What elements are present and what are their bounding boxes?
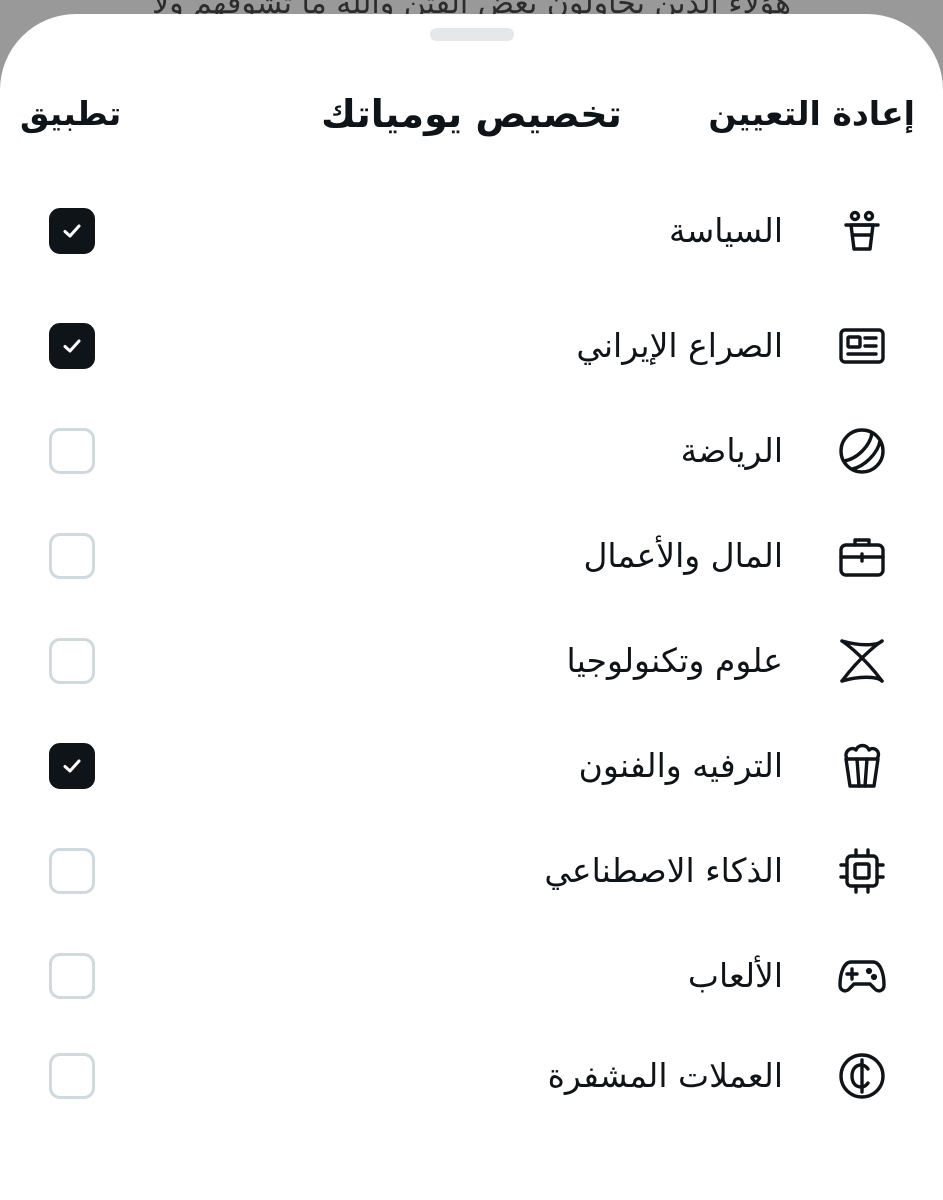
topic-row-ai[interactable]: الذكاء الاصطناعي [0, 826, 943, 916]
gamepad-icon [837, 951, 887, 1001]
popcorn-icon [837, 741, 887, 791]
topic-label: المال والأعمال [583, 536, 783, 575]
crypto-coin-icon [837, 1051, 887, 1101]
topic-checkbox[interactable] [49, 638, 95, 684]
topic-label: الألعاب [687, 956, 783, 995]
topic-label: الترفيه والفنون [578, 746, 783, 785]
topic-label: علوم وتكنولوجيا [566, 641, 783, 680]
topic-list: السياسة الصراع الإيراني الرياضة المال وا… [0, 14, 943, 1200]
topic-row-business[interactable]: المال والأعمال [0, 511, 943, 601]
topic-row-games[interactable]: الألعاب [0, 931, 943, 1021]
topic-checkbox[interactable] [49, 533, 95, 579]
topic-label: الذكاء الاصطناعي [544, 851, 783, 890]
topic-label: الرياضة [680, 431, 783, 470]
tennis-ball-icon [837, 426, 887, 476]
topic-row-politics[interactable]: السياسة [0, 186, 943, 276]
topic-checkbox[interactable] [49, 1053, 95, 1099]
topic-checkbox[interactable] [49, 953, 95, 999]
topic-row-sports[interactable]: الرياضة [0, 406, 943, 496]
topic-checkbox[interactable] [49, 743, 95, 789]
topic-row-science-tech[interactable]: علوم وتكنولوجيا [0, 616, 943, 706]
topic-checkbox[interactable] [49, 208, 95, 254]
topic-row-iran-conflict[interactable]: الصراع الإيراني [0, 301, 943, 391]
topic-row-entertainment[interactable]: الترفيه والفنون [0, 721, 943, 811]
topic-label: الصراع الإيراني [576, 326, 783, 365]
topic-label: السياسة [668, 211, 783, 250]
chip-icon [837, 846, 887, 896]
customize-sheet: تخصيص يومياتك تطبيق إعادة التعيين السياس… [0, 14, 943, 1200]
briefcase-icon [837, 531, 887, 581]
topic-row-crypto[interactable]: العملات المشفرة [0, 1031, 943, 1121]
topic-checkbox[interactable] [49, 848, 95, 894]
topic-checkbox[interactable] [49, 323, 95, 369]
topic-label: العملات المشفرة [547, 1056, 783, 1095]
podium-icon [837, 206, 887, 256]
topic-checkbox[interactable] [49, 428, 95, 474]
newspaper-icon [837, 321, 887, 371]
atom-icon [837, 636, 887, 686]
